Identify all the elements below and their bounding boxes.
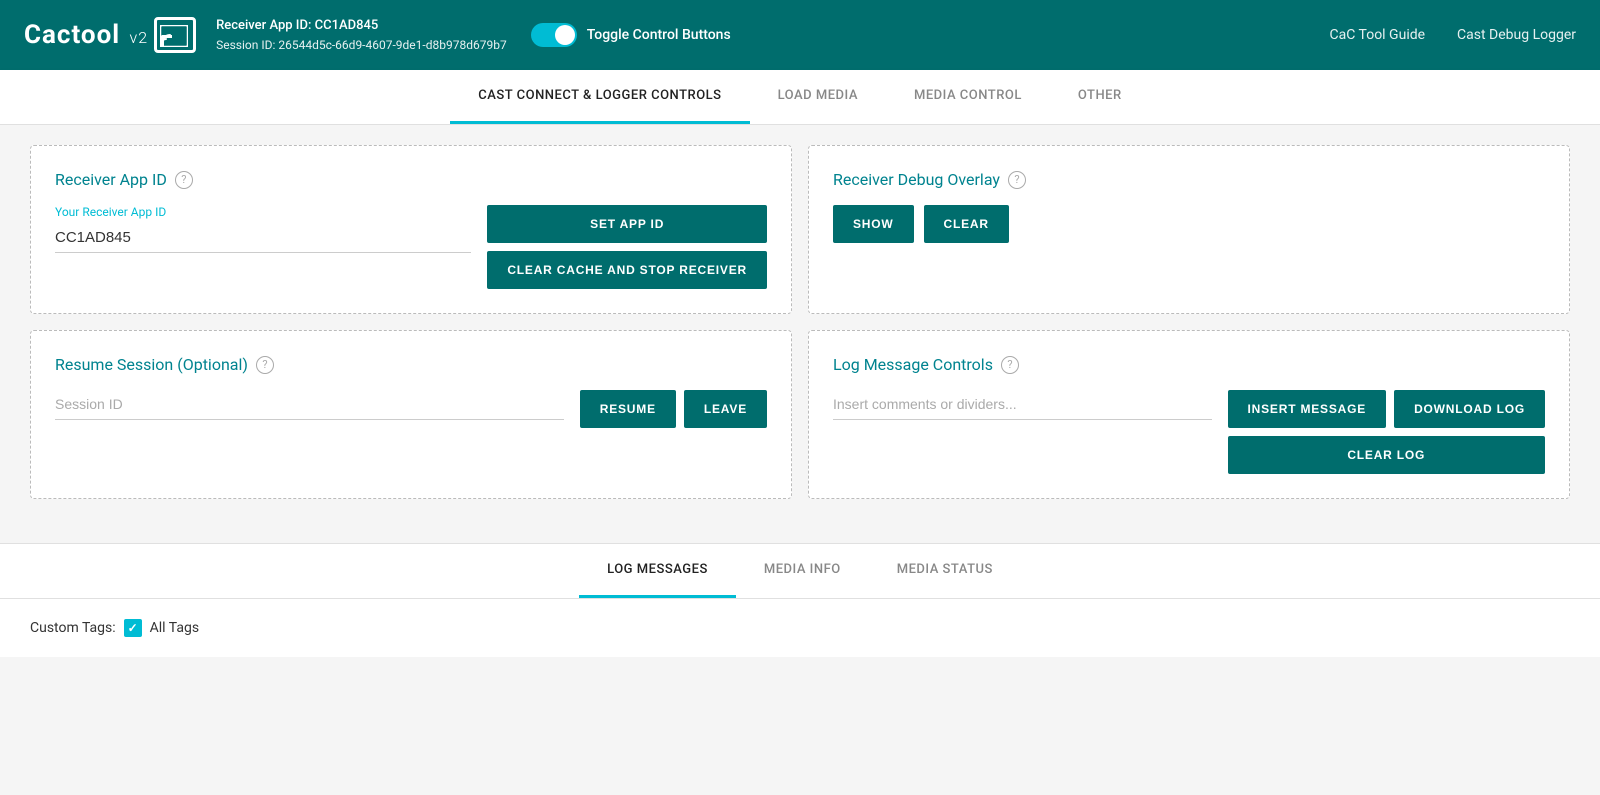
clear-cache-button[interactable]: CLEAR CACHE AND STOP RECEIVER: [487, 251, 767, 289]
receiver-debug-overlay-title: Receiver Debug Overlay ?: [833, 170, 1545, 189]
tab-media-control[interactable]: MEDIA CONTROL: [886, 70, 1050, 124]
resume-button[interactable]: RESUME: [580, 390, 676, 428]
custom-tags-label: Custom Tags:: [30, 620, 116, 636]
header-session-id: Session ID: 26544d5c-66d9-4607-9de1-d8b9…: [216, 36, 507, 54]
brand-logo: Cactool v2: [24, 17, 196, 53]
clear-log-button[interactable]: CLEAR LOG: [1228, 436, 1545, 474]
bottom-section: LOG MESSAGES MEDIA INFO MEDIA STATUS Cus…: [0, 543, 1600, 657]
log-input-wrap: [833, 390, 1212, 420]
receiver-app-id-title: Receiver App ID ?: [55, 170, 767, 189]
brand-name-bold: Cactool: [24, 20, 120, 50]
bottom-tabs: LOG MESSAGES MEDIA INFO MEDIA STATUS: [0, 544, 1600, 599]
overlay-buttons: SHOW CLEAR: [833, 205, 1545, 243]
session-id-input-section: [55, 390, 564, 420]
main-content: Receiver App ID ? Your Receiver App ID S…: [0, 125, 1600, 539]
custom-tags-row: Custom Tags: All Tags: [30, 619, 1570, 637]
tab-load-media[interactable]: LOAD MEDIA: [750, 70, 886, 124]
cac-tool-guide-link[interactable]: CaC Tool Guide: [1330, 27, 1426, 43]
log-buttons-top: INSERT MESSAGE DOWNLOAD LOG: [1228, 390, 1545, 428]
insert-message-button[interactable]: INSERT MESSAGE: [1228, 390, 1387, 428]
all-tags-checkbox[interactable]: [124, 619, 142, 637]
bottom-content: Custom Tags: All Tags: [0, 599, 1600, 657]
cards-grid: Receiver App ID ? Your Receiver App ID S…: [30, 145, 1570, 499]
header-app-id: Receiver App ID: CC1AD845: [216, 16, 507, 36]
cast-icon: [154, 17, 196, 53]
resume-session-help-icon[interactable]: ?: [256, 356, 274, 374]
log-message-controls-card: Log Message Controls ? INSERT MESSAGE DO…: [808, 330, 1570, 499]
receiver-app-id-input-label: Your Receiver App ID: [55, 205, 471, 219]
main-tabs: CAST CONNECT & LOGGER CONTROLS LOAD MEDI…: [0, 70, 1600, 125]
receiver-app-id-input[interactable]: [55, 223, 471, 253]
resume-session-body: RESUME LEAVE: [55, 390, 767, 428]
show-overlay-button[interactable]: SHOW: [833, 205, 914, 243]
session-id-input[interactable]: [55, 390, 564, 420]
toggle-label: Toggle Control Buttons: [587, 27, 731, 43]
leave-button[interactable]: LEAVE: [684, 390, 767, 428]
receiver-app-id-input-section: Your Receiver App ID: [55, 205, 471, 253]
app-header: Cactool v2 Receiver App ID: CC1AD845 Ses…: [0, 0, 1600, 70]
all-tags-label: All Tags: [150, 620, 199, 636]
tab-cast-connect[interactable]: CAST CONNECT & LOGGER CONTROLS: [450, 70, 749, 124]
receiver-app-id-help-icon[interactable]: ?: [175, 171, 193, 189]
log-buttons: INSERT MESSAGE DOWNLOAD LOG CLEAR LOG: [1228, 390, 1545, 474]
receiver-app-id-body: Your Receiver App ID SET APP ID CLEAR CA…: [55, 205, 767, 289]
toggle-section: Toggle Control Buttons: [531, 23, 731, 47]
cast-debug-logger-link[interactable]: Cast Debug Logger: [1457, 27, 1576, 43]
tab-media-info[interactable]: MEDIA INFO: [736, 544, 869, 598]
log-controls-body: INSERT MESSAGE DOWNLOAD LOG CLEAR LOG: [833, 390, 1545, 474]
log-comment-input[interactable]: [833, 390, 1212, 420]
brand-name: Cactool v2: [24, 20, 148, 50]
tab-other[interactable]: OTHER: [1050, 70, 1150, 124]
tab-media-status[interactable]: MEDIA STATUS: [869, 544, 1021, 598]
tab-log-messages[interactable]: LOG MESSAGES: [579, 544, 736, 598]
clear-overlay-button[interactable]: CLEAR: [924, 205, 1009, 243]
log-message-controls-help-icon[interactable]: ?: [1001, 356, 1019, 374]
receiver-app-id-card: Receiver App ID ? Your Receiver App ID S…: [30, 145, 792, 314]
receiver-debug-overlay-card: Receiver Debug Overlay ? SHOW CLEAR: [808, 145, 1570, 314]
toggle-control-buttons[interactable]: [531, 23, 577, 47]
header-info: Receiver App ID: CC1AD845 Session ID: 26…: [216, 16, 507, 54]
download-log-button[interactable]: DOWNLOAD LOG: [1394, 390, 1545, 428]
resume-session-buttons: RESUME LEAVE: [580, 390, 767, 428]
log-message-controls-title: Log Message Controls ?: [833, 355, 1545, 374]
set-app-id-button[interactable]: SET APP ID: [487, 205, 767, 243]
resume-session-card: Resume Session (Optional) ? RESUME LEAVE: [30, 330, 792, 499]
resume-session-title: Resume Session (Optional) ?: [55, 355, 767, 374]
receiver-app-id-buttons: SET APP ID CLEAR CACHE AND STOP RECEIVER: [487, 205, 767, 289]
brand-version: v2: [130, 28, 149, 47]
header-nav: CaC Tool Guide Cast Debug Logger: [1330, 27, 1577, 43]
receiver-debug-overlay-help-icon[interactable]: ?: [1008, 171, 1026, 189]
